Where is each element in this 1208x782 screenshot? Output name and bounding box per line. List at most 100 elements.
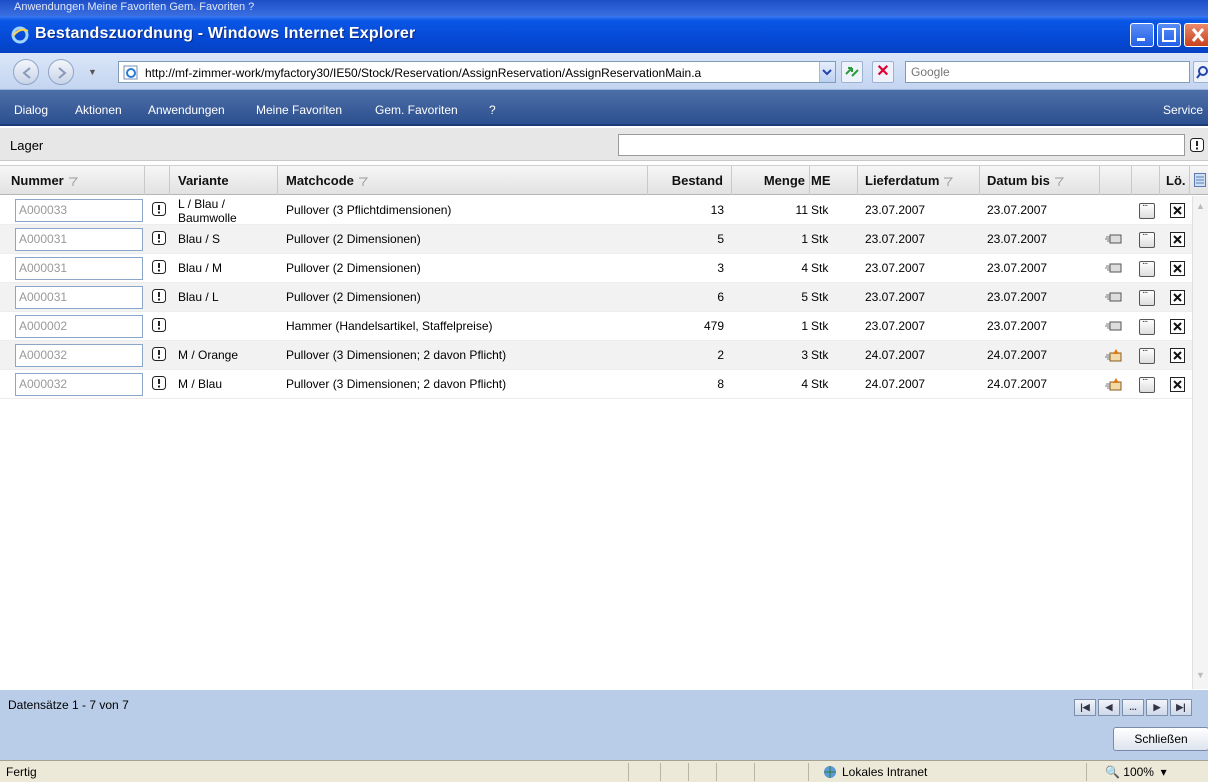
matchcode-cell: Hammer (Handelsartikel, Staffelpreise) — [286, 319, 493, 333]
column-chooser-icon[interactable] — [1194, 173, 1206, 187]
menu-meine-favoriten[interactable]: Meine Favoriten — [256, 103, 342, 117]
filter-icon[interactable] — [1054, 177, 1064, 187]
pager-next-button[interactable]: ▶ — [1146, 699, 1168, 716]
lieferdatum-cell: 24.07.2007 — [865, 377, 926, 391]
menu-aktionen[interactable]: Aktionen — [75, 103, 122, 117]
stop-button[interactable]: ✕ — [872, 61, 894, 83]
window-title-bar[interactable]: Bestandszuordnung - Windows Internet Exp… — [0, 16, 1208, 53]
me-cell: Stk — [811, 261, 829, 275]
column-header-lieferdatum[interactable]: Lieferdatum — [858, 166, 980, 195]
delivery-truck-icon[interactable] — [1104, 320, 1122, 332]
delete-checkbox[interactable] — [1170, 377, 1185, 392]
details-button[interactable] — [1139, 372, 1155, 393]
back-button[interactable] — [13, 59, 39, 85]
close-icon — [1173, 322, 1182, 331]
nummer-input[interactable]: A000033 — [15, 199, 143, 222]
warning-icon[interactable] — [152, 376, 166, 390]
filter-icon[interactable] — [943, 177, 954, 187]
details-button[interactable] — [1139, 314, 1155, 335]
app-menu-bar: Dialog Aktionen Anwendungen Meine Favori… — [0, 90, 1208, 126]
filter-icon[interactable] — [68, 177, 78, 187]
delete-checkbox[interactable] — [1170, 290, 1185, 305]
table-row[interactable]: A000002 Hammer (Handelsartikel, Staffelpr… — [0, 312, 1208, 341]
column-header-datum-bis[interactable]: Datum bis — [980, 166, 1100, 195]
details-button[interactable] — [1139, 256, 1155, 277]
menu-help[interactable]: ? — [489, 103, 496, 117]
vertical-scrollbar[interactable]: ▲ ▼ — [1192, 196, 1208, 689]
maximize-button[interactable] — [1157, 23, 1181, 47]
menu-gem-favoriten[interactable]: Gem. Favoriten — [375, 103, 458, 117]
details-button[interactable] — [1139, 343, 1155, 364]
column-header-nummer[interactable]: Nummer — [0, 166, 145, 195]
menu-service[interactable]: Service — [1163, 103, 1203, 117]
warning-icon[interactable] — [152, 231, 166, 245]
column-header-bestand[interactable]: Bestand — [648, 166, 732, 195]
lieferdatum-cell: 23.07.2007 — [865, 203, 926, 217]
close-button[interactable]: Schließen — [1113, 727, 1208, 751]
forward-button[interactable] — [48, 59, 74, 85]
delete-checkbox[interactable] — [1170, 319, 1185, 334]
search-input[interactable] — [906, 62, 1189, 82]
delete-checkbox[interactable] — [1170, 261, 1185, 276]
dialog-button-area — [0, 720, 1208, 760]
nummer-input[interactable]: A000031 — [15, 286, 143, 309]
nummer-input[interactable]: A000032 — [15, 373, 143, 396]
me-cell: Stk — [811, 319, 829, 333]
history-dropdown-icon[interactable]: ▼ — [88, 67, 97, 77]
pager-last-button[interactable]: ▶| — [1170, 699, 1192, 716]
table-row[interactable]: A000032 M / Blau Pullover (3 Dimensionen; … — [0, 370, 1208, 399]
close-window-button[interactable] — [1184, 23, 1208, 47]
details-button[interactable] — [1139, 198, 1155, 219]
warning-icon[interactable] — [152, 202, 166, 216]
column-menge-label: Menge — [763, 173, 805, 188]
datum-bis-cell: 23.07.2007 — [987, 319, 1048, 333]
delete-checkbox[interactable] — [1170, 232, 1185, 247]
column-header-menge[interactable]: Menge — [732, 166, 810, 195]
delivery-truck-warning-icon[interactable] — [1104, 349, 1122, 363]
table-row[interactable]: A000033 L / Blau / Baumwolle Pullover (3 Pf… — [0, 196, 1208, 225]
refresh-button[interactable] — [841, 61, 863, 83]
nummer-input[interactable]: A000031 — [15, 257, 143, 280]
delivery-truck-warning-icon[interactable] — [1104, 378, 1122, 392]
delivery-truck-icon[interactable] — [1104, 262, 1122, 274]
delete-checkbox[interactable] — [1170, 348, 1185, 363]
table-row[interactable]: A000032 M / Orange Pullover (3 Dimensionen… — [0, 341, 1208, 370]
search-field[interactable] — [905, 61, 1190, 83]
nummer-input[interactable]: A000031 — [15, 228, 143, 251]
lager-input[interactable] — [618, 134, 1185, 156]
minimize-button[interactable] — [1130, 23, 1154, 47]
column-header-matchcode[interactable]: Matchcode — [278, 166, 648, 195]
delivery-truck-icon[interactable] — [1104, 291, 1122, 303]
zoom-value: 100% — [1123, 765, 1154, 779]
filter-icon[interactable] — [358, 177, 368, 187]
menge-cell: 1 — [801, 232, 808, 246]
pager-prev-button[interactable]: ◀ — [1098, 699, 1120, 716]
scroll-up-icon[interactable]: ▲ — [1196, 201, 1205, 211]
nummer-input[interactable]: A000002 — [15, 315, 143, 338]
pager-ellipsis-button[interactable]: ... — [1122, 699, 1144, 716]
warning-icon[interactable] — [1190, 138, 1204, 152]
scroll-down-icon[interactable]: ▼ — [1196, 670, 1205, 680]
table-row[interactable]: A000031 Blau / S Pullover (2 Dimensionen) 5… — [0, 225, 1208, 254]
menu-dialog[interactable]: Dialog — [14, 103, 48, 117]
address-dropdown-button[interactable] — [819, 62, 835, 82]
details-button[interactable] — [1139, 285, 1155, 306]
column-header-loeschen[interactable]: Lö. — [1160, 166, 1190, 195]
column-header-variante[interactable]: Variante — [170, 166, 278, 195]
warning-icon[interactable] — [152, 260, 166, 274]
table-row[interactable]: A000031 Blau / M Pullover (2 Dimensionen) 3… — [0, 254, 1208, 283]
table-row[interactable]: A000031 Blau / L Pullover (2 Dimensionen) 6… — [0, 283, 1208, 312]
delete-checkbox[interactable] — [1170, 203, 1185, 218]
warning-icon[interactable] — [152, 289, 166, 303]
zoom-level[interactable]: 🔍 100% ▾ — [1105, 765, 1167, 779]
details-button[interactable] — [1139, 227, 1155, 248]
menu-anwendungen[interactable]: Anwendungen — [148, 103, 225, 117]
address-field[interactable]: http://mf-zimmer-work/myfactory30/IE50/S… — [118, 61, 836, 83]
warning-icon[interactable] — [152, 347, 166, 361]
column-header-me[interactable]: ME — [810, 166, 858, 195]
warning-icon[interactable] — [152, 318, 166, 332]
search-button[interactable] — [1193, 61, 1208, 83]
nummer-input[interactable]: A000032 — [15, 344, 143, 367]
pager-first-button[interactable]: |◀ — [1074, 699, 1096, 716]
delivery-truck-icon[interactable] — [1104, 233, 1122, 245]
